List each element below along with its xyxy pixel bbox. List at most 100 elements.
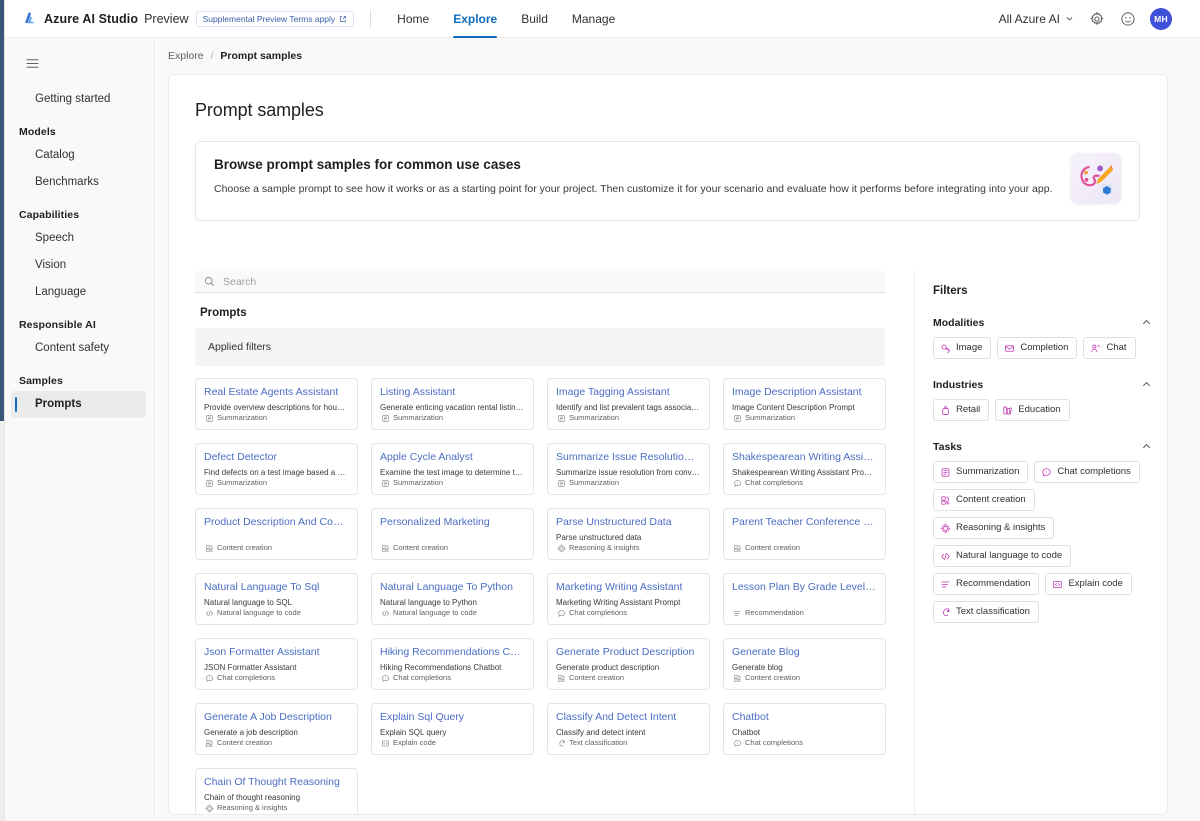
- filter-chip[interactable]: Retail: [933, 399, 990, 421]
- filter-chip-label: Natural language to code: [956, 550, 1063, 561]
- nav-item-build[interactable]: Build: [509, 0, 560, 38]
- prompt-card[interactable]: Parse Unstructured Data Parse unstructure…: [547, 508, 710, 560]
- prompt-card-title: Parent Teacher Conference Invitat.: [732, 516, 876, 528]
- prompt-card[interactable]: Generate Blog Generate blog Content creat…: [723, 638, 886, 690]
- content-creation-icon: [733, 544, 741, 552]
- filter-chip[interactable]: Content creation: [933, 489, 1035, 511]
- nav-item-explore[interactable]: Explore: [441, 0, 509, 38]
- prompt-card[interactable]: Product Description And Content Content …: [195, 508, 358, 560]
- prompt-card[interactable]: Classify And Detect Intent Classify and d…: [547, 703, 710, 755]
- prompt-card-title: Image Description Assistant: [732, 386, 862, 398]
- sidebar-item-catalog[interactable]: Catalog: [11, 142, 146, 169]
- filter-chip[interactable]: Summarization: [933, 461, 1029, 483]
- prompt-card[interactable]: Explain Sql Query Explain SQL query Expla…: [371, 703, 534, 755]
- prompt-card-description: Examine the test image to determine the …: [380, 468, 524, 477]
- avatar[interactable]: MH: [1150, 7, 1172, 30]
- sidebar-item-benchmarks[interactable]: Benchmarks: [11, 169, 146, 196]
- sidebar-item-language[interactable]: Language: [11, 279, 146, 306]
- prompt-card-tag: Content creation: [205, 543, 272, 552]
- prompt-card[interactable]: Lesson Plan By Grade Level And S. Recomm…: [723, 573, 886, 625]
- prompt-card-title: Natural Language To Sql: [204, 581, 320, 593]
- prompt-card-title: Lesson Plan By Grade Level And S.: [732, 581, 876, 593]
- prompt-card-tag-label: Content creation: [569, 673, 625, 682]
- filter-chip[interactable]: Explain code: [1045, 573, 1132, 595]
- filter-group-header-modalities[interactable]: Modalities: [933, 317, 1153, 329]
- nav-item-manage[interactable]: Manage: [560, 0, 627, 38]
- content-creation-icon: [381, 544, 389, 552]
- prompt-card-tag: Summarization: [205, 478, 267, 487]
- prompt-card-description: Generate blog: [732, 663, 783, 672]
- sidebar-item-prompts[interactable]: Prompts: [11, 391, 146, 418]
- prompt-card-title: Json Formatter Assistant: [204, 646, 320, 658]
- prompt-card[interactable]: Apple Cycle Analyst Examine the test imag…: [371, 443, 534, 495]
- prompt-card[interactable]: Image Tagging Assistant Identify and list…: [547, 378, 710, 430]
- prompt-card[interactable]: Image Description Assistant Image Content…: [723, 378, 886, 430]
- filter-chip[interactable]: Chat: [1083, 337, 1136, 359]
- sidebar-item-speech[interactable]: Speech: [11, 225, 146, 252]
- prompt-card[interactable]: Summarize Issue Resolution From. Summariz…: [547, 443, 710, 495]
- prompt-card-tag-label: Chat completions: [393, 673, 451, 682]
- prompt-card-tag: Chat completions: [733, 478, 803, 487]
- prompt-card[interactable]: Real Estate Agents Assistant Provide over…: [195, 378, 358, 430]
- filter-chip[interactable]: Education: [995, 399, 1070, 421]
- sidebar-item-vision[interactable]: Vision: [11, 252, 146, 279]
- prompt-card[interactable]: Natural Language To Python Natural langua…: [371, 573, 534, 625]
- prompt-card[interactable]: Natural Language To Sql Natural language …: [195, 573, 358, 625]
- prompt-card[interactable]: Marketing Writing Assistant Marketing Wri…: [547, 573, 710, 625]
- education-book-icon: [1002, 405, 1013, 416]
- sidebar-item-getting-started[interactable]: Getting started: [11, 86, 146, 113]
- filter-chips-industries: Retail Education: [933, 399, 1153, 421]
- gear-icon[interactable]: [1088, 10, 1105, 27]
- help-smiley-icon[interactable]: [1119, 10, 1136, 27]
- filter-chip[interactable]: Text classification: [933, 601, 1039, 623]
- prompt-card-title: Product Description And Content: [204, 516, 348, 528]
- prompt-card-tag: Summarization: [733, 413, 795, 422]
- filter-group-header-tasks[interactable]: Tasks: [933, 441, 1153, 453]
- prompt-card[interactable]: Generate Product Description Generate pro…: [547, 638, 710, 690]
- prompt-card-title: Chatbot: [732, 711, 769, 723]
- prompt-card[interactable]: Json Formatter Assistant JSON Formatter A…: [195, 638, 358, 690]
- prompt-card-title: Image Tagging Assistant: [556, 386, 670, 398]
- filter-chip[interactable]: Completion: [997, 337, 1078, 359]
- prompt-card[interactable]: Listing Assistant Generate enticing vacat…: [371, 378, 534, 430]
- main-nav: Home Explore Build Manage: [385, 0, 627, 38]
- prompt-card[interactable]: Parent Teacher Conference Invitat. Conte…: [723, 508, 886, 560]
- filter-chip[interactable]: Chat completions: [1034, 461, 1140, 483]
- completion-icon: [1004, 343, 1015, 354]
- prompt-card[interactable]: Defect Detector Find defects on a test im…: [195, 443, 358, 495]
- filter-chip[interactable]: Recommendation: [933, 573, 1040, 595]
- prompt-card-tag: Content creation: [733, 543, 800, 552]
- filter-chip[interactable]: Reasoning & insights: [933, 517, 1055, 539]
- recommendation-icon: [940, 579, 951, 590]
- prompt-card-title: Defect Detector: [204, 451, 277, 463]
- prompt-card[interactable]: Chain Of Thought Reasoning Chain of thoug…: [195, 768, 358, 814]
- prompt-card[interactable]: Hiking Recommendations Chatbot Hiking Rec…: [371, 638, 534, 690]
- chat-completions-icon: [733, 479, 741, 487]
- nav-item-home[interactable]: Home: [385, 0, 441, 38]
- prompt-card[interactable]: Chatbot Chatbot Chat completions: [723, 703, 886, 755]
- sidebar-item-content-safety[interactable]: Content safety: [11, 335, 146, 362]
- prompts-section-label: Prompts: [200, 307, 247, 319]
- code-icon: [940, 551, 951, 562]
- scope-selector[interactable]: All Azure AI: [999, 12, 1074, 26]
- reasoning-insights-icon: [205, 803, 214, 813]
- brand[interactable]: Azure AI Studio Preview: [23, 11, 189, 26]
- chat-person-icon: [1090, 343, 1101, 354]
- reasoning-insights-icon: [557, 543, 566, 553]
- prompt-card[interactable]: Personalized Marketing Content creation: [371, 508, 534, 560]
- breadcrumb-explore[interactable]: Explore: [168, 50, 204, 62]
- filter-group-header-industries[interactable]: Industries: [933, 379, 1153, 391]
- filter-chip[interactable]: Natural language to code: [933, 545, 1072, 567]
- prompt-card[interactable]: Generate A Job Description Generate a job…: [195, 703, 358, 755]
- sidebar-group-samples: Samples: [19, 375, 63, 387]
- filter-chip[interactable]: Image: [933, 337, 992, 359]
- prompt-card-title: Natural Language To Python: [380, 581, 513, 593]
- prompt-card-title: Summarize Issue Resolution From.: [556, 451, 700, 463]
- search-box[interactable]: [195, 271, 885, 293]
- prompt-card-description: Natural language to Python: [380, 598, 477, 607]
- search-input[interactable]: [223, 275, 876, 288]
- prompt-card[interactable]: Shakespearean Writing Assistant Shakespea…: [723, 443, 886, 495]
- preview-terms-link[interactable]: Supplemental Preview Terms apply: [195, 10, 355, 27]
- content-creation-icon: [940, 495, 951, 506]
- hamburger-menu-icon[interactable]: [15, 48, 49, 78]
